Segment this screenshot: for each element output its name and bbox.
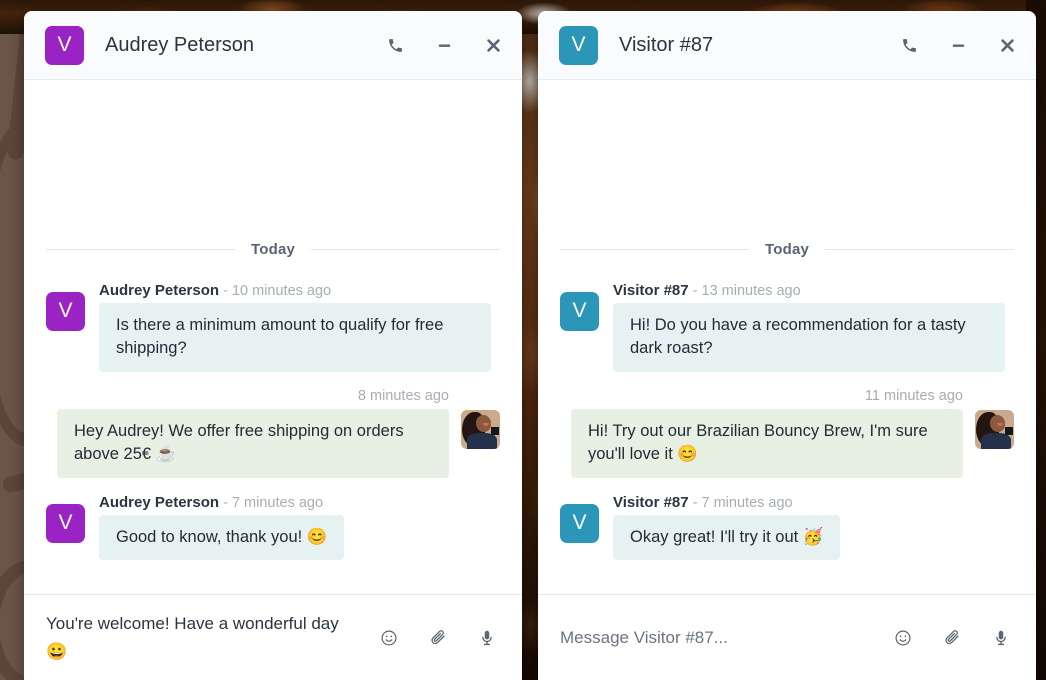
avatar: V: [560, 503, 599, 543]
message-author: Audrey Peterson: [99, 281, 220, 299]
message-author: Visitor #87: [613, 493, 689, 511]
message-meta: Visitor #87 - 7 minutes ago: [613, 494, 840, 511]
avatar: [461, 409, 500, 449]
avatar: V: [560, 291, 599, 331]
message-separator: -: [692, 494, 698, 511]
close-icon[interactable]: [482, 34, 504, 56]
microphone-icon[interactable]: [990, 627, 1012, 649]
attachment-icon[interactable]: [427, 627, 449, 649]
microphone-icon[interactable]: [476, 627, 498, 649]
message-meta: 11 minutes ago: [865, 388, 963, 404]
message-list[interactable]: Today V Audrey Peterson - 10 minutes ago…: [24, 80, 522, 594]
day-divider-label: Today: [764, 240, 810, 258]
chat-header-actions: [898, 34, 1018, 56]
message-row-incoming: V Audrey Peterson - 10 minutes ago Is th…: [46, 282, 500, 372]
day-divider-label: Today: [250, 240, 296, 258]
message-time: 7 minutes ago: [701, 494, 793, 511]
message-input[interactable]: You're welcome! Have a wonderful day 😀: [46, 610, 362, 664]
avatar: V: [46, 291, 85, 331]
message-meta: 8 minutes ago: [358, 388, 449, 404]
minimize-icon[interactable]: [947, 34, 969, 56]
avatar: [975, 409, 1014, 449]
message-bubble: Hi! Do you have a recommendation for a t…: [613, 302, 1005, 372]
message-bubble: Okay great! I'll try it out 🥳: [613, 514, 841, 560]
message-meta: Audrey Peterson - 10 minutes ago: [99, 282, 491, 299]
message-bubble: Is there a minimum amount to qualify for…: [99, 302, 491, 372]
chat-window-audrey-peterson[interactable]: V Audrey Peterson Today V Audrey Peterso…: [24, 11, 522, 680]
chat-title: Visitor #87: [619, 33, 714, 56]
divider-line-right: [311, 248, 500, 250]
avatar: V: [45, 25, 84, 65]
message-composer[interactable]: Message Visitor #87...: [538, 594, 1036, 680]
close-icon[interactable]: [996, 34, 1018, 56]
message-time: 11 minutes ago: [864, 387, 963, 404]
message-time: 13 minutes ago: [701, 282, 801, 299]
message-separator: -: [223, 494, 228, 511]
day-divider: Today: [46, 241, 500, 258]
composer-actions: [892, 627, 1012, 649]
divider-line-right: [825, 248, 1014, 250]
message-list[interactable]: Today V Visitor #87 - 13 minutes ago Hi!…: [538, 80, 1036, 594]
message-composer[interactable]: You're welcome! Have a wonderful day 😀: [24, 594, 522, 680]
message-time: 7 minutes ago: [231, 494, 324, 511]
message-separator: -: [692, 282, 698, 299]
message-author: Visitor #87: [613, 281, 689, 299]
message-row-outgoing: 8 minutes ago Hey Audrey! We offer free …: [46, 388, 500, 478]
composer-actions: [378, 627, 498, 649]
chat-header: V Audrey Peterson: [24, 11, 522, 80]
message-time: 10 minutes ago: [231, 282, 332, 299]
day-divider: Today: [560, 241, 1014, 258]
message-meta: Visitor #87 - 13 minutes ago: [613, 282, 1005, 299]
call-icon[interactable]: [898, 34, 920, 56]
avatar: V: [46, 503, 85, 543]
message-bubble: Hi! Try out our Brazilian Bouncy Brew, I…: [571, 408, 963, 478]
message-row-incoming: V Visitor #87 - 7 minutes ago Okay great…: [560, 494, 1014, 560]
message-row-incoming: V Audrey Peterson - 7 minutes ago Good t…: [46, 494, 500, 560]
message-author: Audrey Peterson: [99, 493, 220, 511]
chat-header-actions: [384, 34, 504, 56]
emoji-icon[interactable]: [892, 627, 914, 649]
message-input[interactable]: Message Visitor #87...: [560, 624, 876, 651]
message-row-incoming: V Visitor #87 - 13 minutes ago Hi! Do yo…: [560, 282, 1014, 372]
emoji-icon[interactable]: [378, 627, 400, 649]
minimize-icon[interactable]: [433, 34, 455, 56]
divider-line-left: [46, 248, 235, 250]
message-separator: -: [223, 282, 228, 299]
avatar: V: [559, 25, 598, 65]
message-bubble: Hey Audrey! We offer free shipping on or…: [57, 408, 449, 478]
message-row-outgoing: 11 minutes ago Hi! Try out our Brazilian…: [560, 388, 1014, 478]
chat-window-visitor-87[interactable]: V Visitor #87 Today V Visitor #87 - 13 m…: [538, 11, 1036, 680]
message-time: 8 minutes ago: [357, 387, 449, 404]
chat-title: Audrey Peterson: [105, 33, 254, 56]
call-icon[interactable]: [384, 34, 406, 56]
attachment-icon[interactable]: [941, 627, 963, 649]
chat-header: V Visitor #87: [538, 11, 1036, 80]
message-meta: Audrey Peterson - 7 minutes ago: [99, 494, 344, 511]
message-bubble: Good to know, thank you! 😊: [99, 514, 345, 560]
divider-line-left: [560, 248, 749, 250]
